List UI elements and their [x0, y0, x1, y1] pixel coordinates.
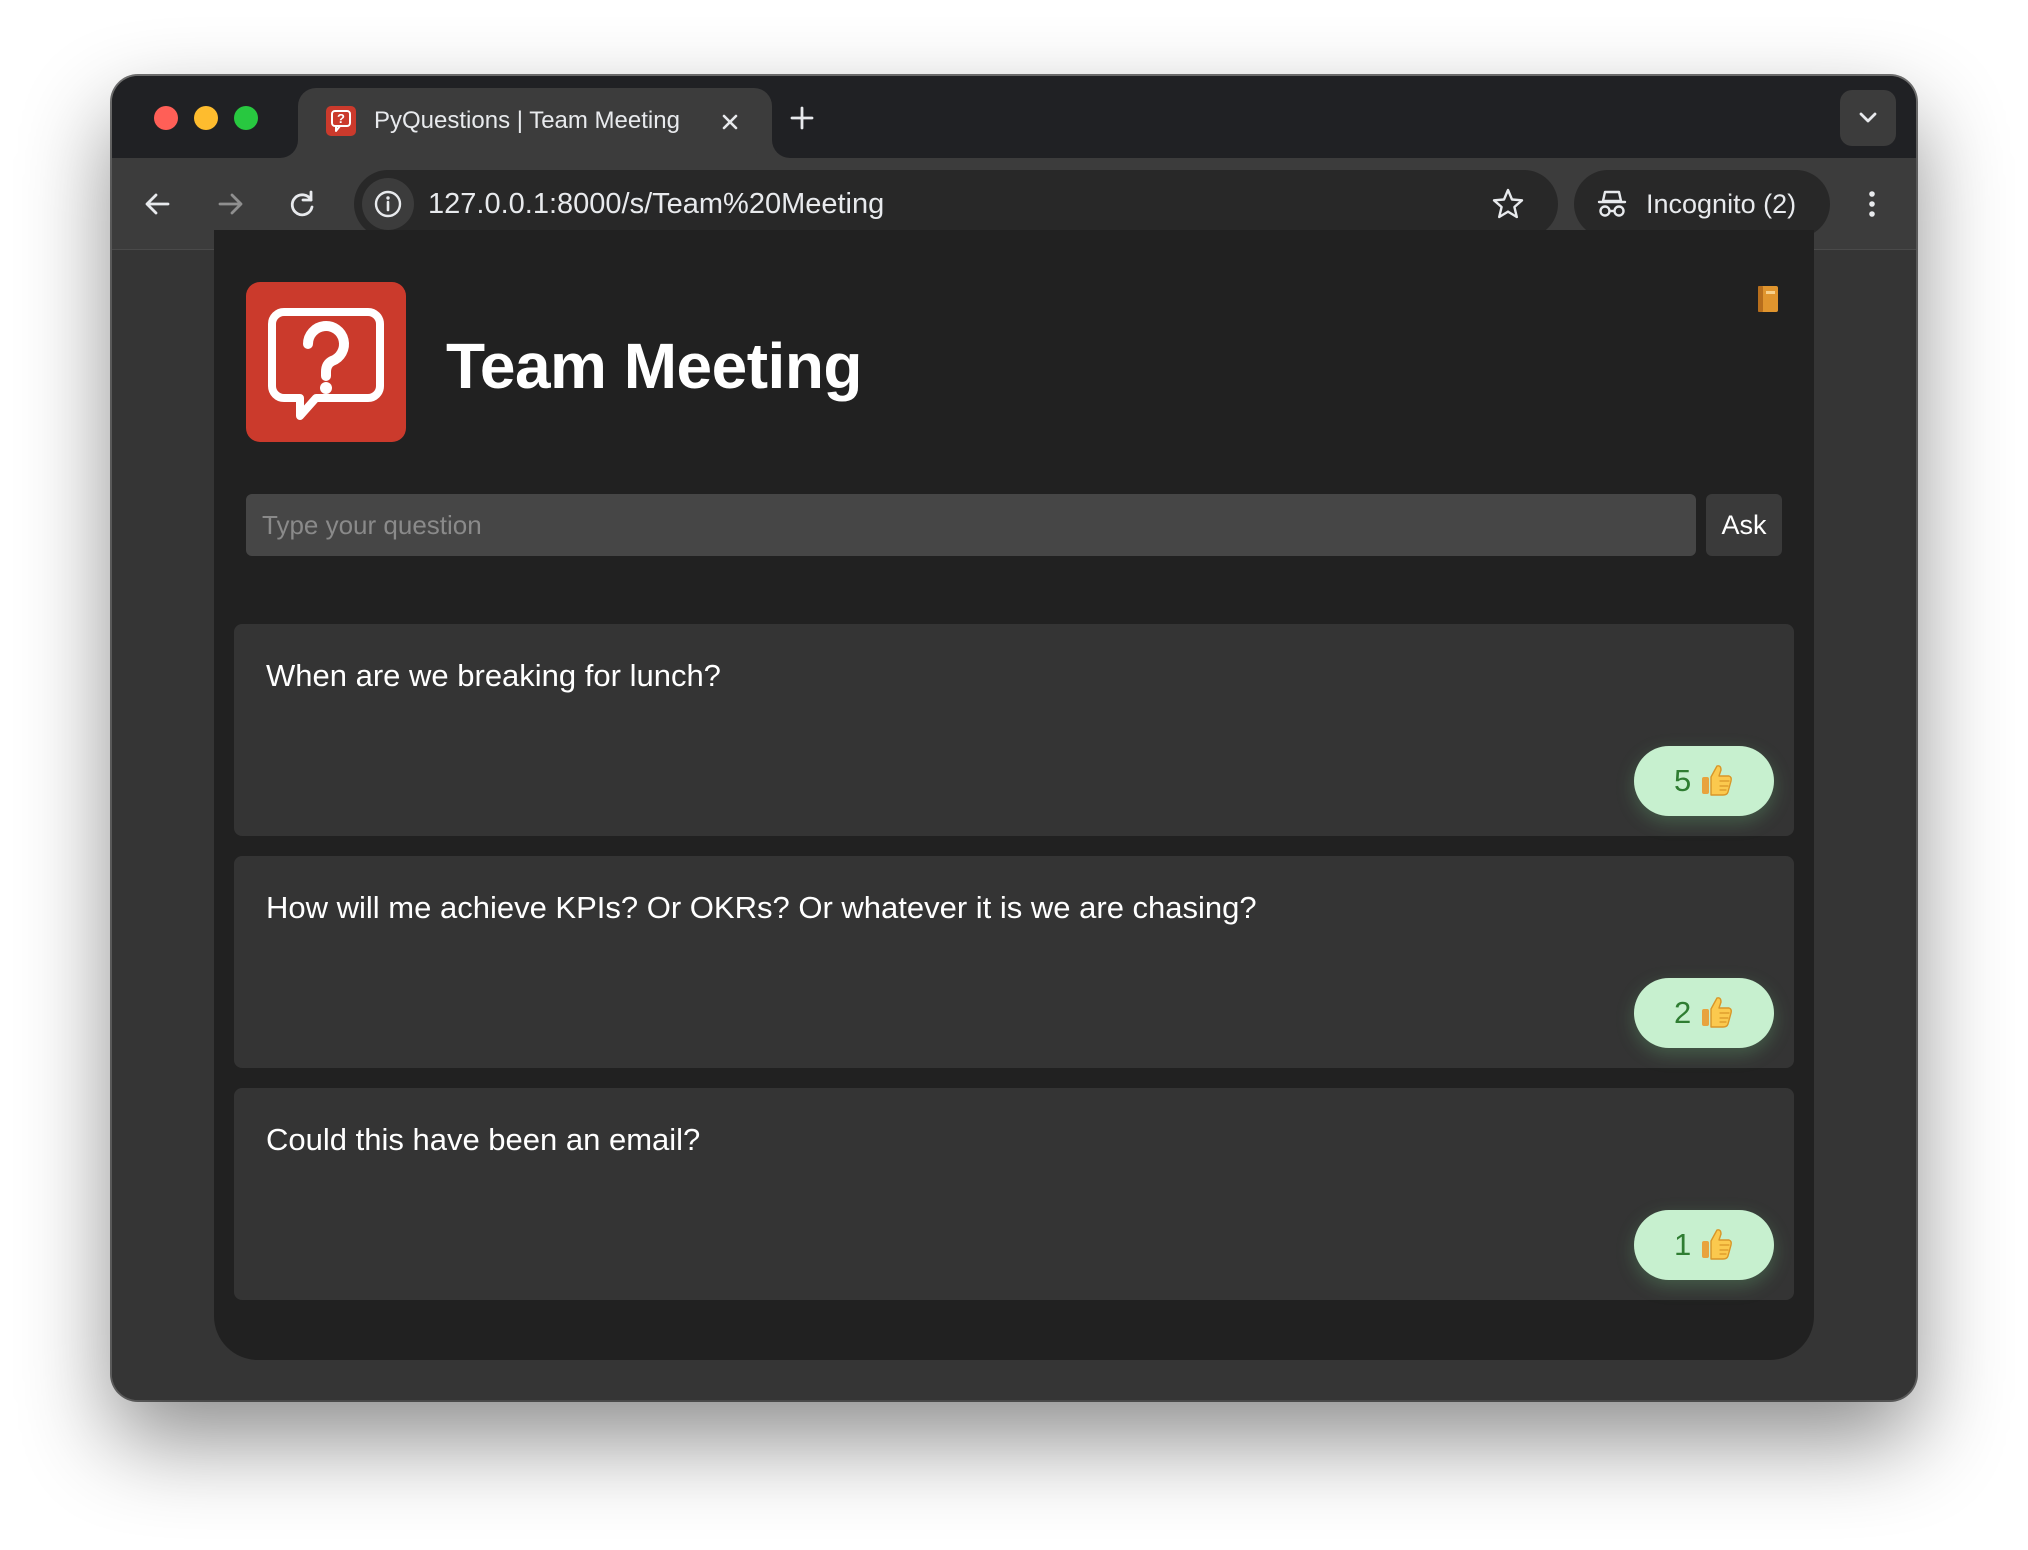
browser-window: ? PyQuestions | Team Meeting 127.0.0.1:8… [112, 76, 1916, 1400]
question-input[interactable] [246, 494, 1696, 556]
reload-icon[interactable] [280, 182, 324, 226]
question-card: When are we breaking for lunch? 5 [234, 624, 1794, 836]
question-bubble-icon [246, 282, 406, 442]
vote-count: 1 [1674, 1227, 1692, 1262]
tab-title: PyQuestions | Team Meeting [374, 107, 680, 134]
app-container: Team Meeting Ask When are we breaking fo… [214, 230, 1814, 1360]
maximize-window-button[interactable] [234, 106, 258, 130]
tab-strip: ? PyQuestions | Team Meeting [112, 76, 1916, 158]
thumbs-up-icon [1700, 994, 1734, 1030]
more-vert-icon[interactable] [1850, 182, 1894, 226]
incognito-label: Incognito (2) [1646, 189, 1797, 219]
close-window-button[interactable] [154, 106, 178, 130]
vote-count: 2 [1674, 995, 1692, 1030]
star-icon[interactable] [1490, 186, 1526, 222]
upvote-button[interactable]: 2 [1634, 978, 1774, 1048]
svg-text:?: ? [337, 111, 345, 126]
page-viewport: Team Meeting Ask When are we breaking fo… [112, 230, 1916, 1400]
upvote-button[interactable]: 1 [1634, 1210, 1774, 1280]
question-bubble-icon: ? [326, 106, 356, 136]
question-card: Could this have been an email? 1 [234, 1088, 1794, 1300]
vote-count: 5 [1674, 763, 1692, 798]
upvote-button[interactable]: 5 [1634, 746, 1774, 816]
minimize-window-button[interactable] [194, 106, 218, 130]
thumbs-up-icon [1700, 762, 1734, 798]
tab-pyquestions[interactable]: ? PyQuestions | Team Meeting [298, 88, 772, 158]
info-icon[interactable] [362, 178, 414, 230]
back-arrow-icon[interactable] [136, 182, 180, 226]
page-title: Team Meeting [446, 330, 863, 402]
forward-arrow-icon[interactable] [208, 182, 252, 226]
question-text: When are we breaking for lunch? [266, 658, 721, 693]
thumbs-up-icon [1700, 1226, 1734, 1262]
plus-icon[interactable] [784, 100, 820, 136]
address-bar[interactable]: 127.0.0.1:8000/s/Team%20Meeting [354, 170, 1558, 238]
incognito-icon [1596, 188, 1628, 220]
notebook-icon[interactable] [1756, 284, 1780, 314]
tab-search-button[interactable] [1840, 90, 1896, 146]
incognito-profile-button[interactable]: Incognito (2) [1574, 170, 1830, 238]
url-text: 127.0.0.1:8000/s/Team%20Meeting [428, 188, 885, 220]
question-text: Could this have been an email? [266, 1122, 701, 1157]
close-icon[interactable] [716, 108, 744, 136]
chevron-down-icon [1859, 112, 1877, 123]
ask-button[interactable]: Ask [1706, 494, 1782, 556]
question-card: How will me achieve KPIs? Or OKRs? Or wh… [234, 856, 1794, 1068]
question-text: How will me achieve KPIs? Or OKRs? Or wh… [266, 890, 1257, 925]
